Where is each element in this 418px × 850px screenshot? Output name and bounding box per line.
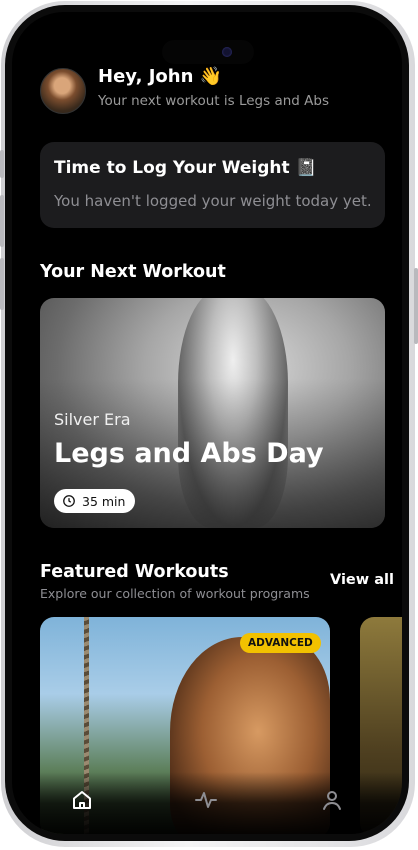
- profile-icon: [323, 791, 341, 810]
- clock-icon: [63, 495, 75, 507]
- dynamic-island: [162, 40, 254, 64]
- next-workout-card[interactable]: Silver Era Legs and Abs Day 35 min: [40, 298, 385, 528]
- difficulty-badge: ADVANCED: [240, 633, 321, 653]
- next-workout-heading: Your Next Workout: [40, 262, 226, 282]
- duration-label: 35 min: [82, 493, 126, 509]
- device-side-button: [0, 195, 4, 247]
- greeting-text: Hey, John 👋: [98, 66, 223, 87]
- device-bezel: Hey, John 👋 Your next workout is Legs an…: [5, 5, 409, 841]
- tab-profile[interactable]: [320, 788, 344, 812]
- greeting-subtitle: Your next workout is Legs and Abs: [98, 93, 329, 109]
- log-weight-card[interactable]: Time to Log Your Weight 📓 You haven't lo…: [40, 142, 385, 228]
- device-side-button: [0, 150, 4, 178]
- home-icon: [73, 791, 91, 809]
- app-screen: Hey, John 👋 Your next workout is Legs an…: [12, 12, 402, 834]
- featured-heading: Featured Workouts: [40, 562, 229, 582]
- tab-home[interactable]: [70, 788, 94, 812]
- view-all-link[interactable]: View all: [330, 572, 394, 588]
- device-side-button: [414, 268, 418, 344]
- avatar[interactable]: [40, 68, 86, 114]
- duration-pill: 35 min: [54, 489, 136, 513]
- tab-activity[interactable]: [194, 788, 218, 812]
- camera-icon: [222, 47, 232, 57]
- activity-icon: [195, 792, 217, 808]
- device-side-button: [0, 258, 4, 310]
- workout-title: Legs and Abs Day: [54, 438, 324, 469]
- log-weight-title: Time to Log Your Weight 📓: [54, 158, 317, 178]
- log-weight-message: You haven't logged your weight today yet…: [54, 192, 372, 210]
- workout-tag: Silver Era: [54, 410, 131, 429]
- featured-subtitle: Explore our collection of workout progra…: [40, 586, 310, 601]
